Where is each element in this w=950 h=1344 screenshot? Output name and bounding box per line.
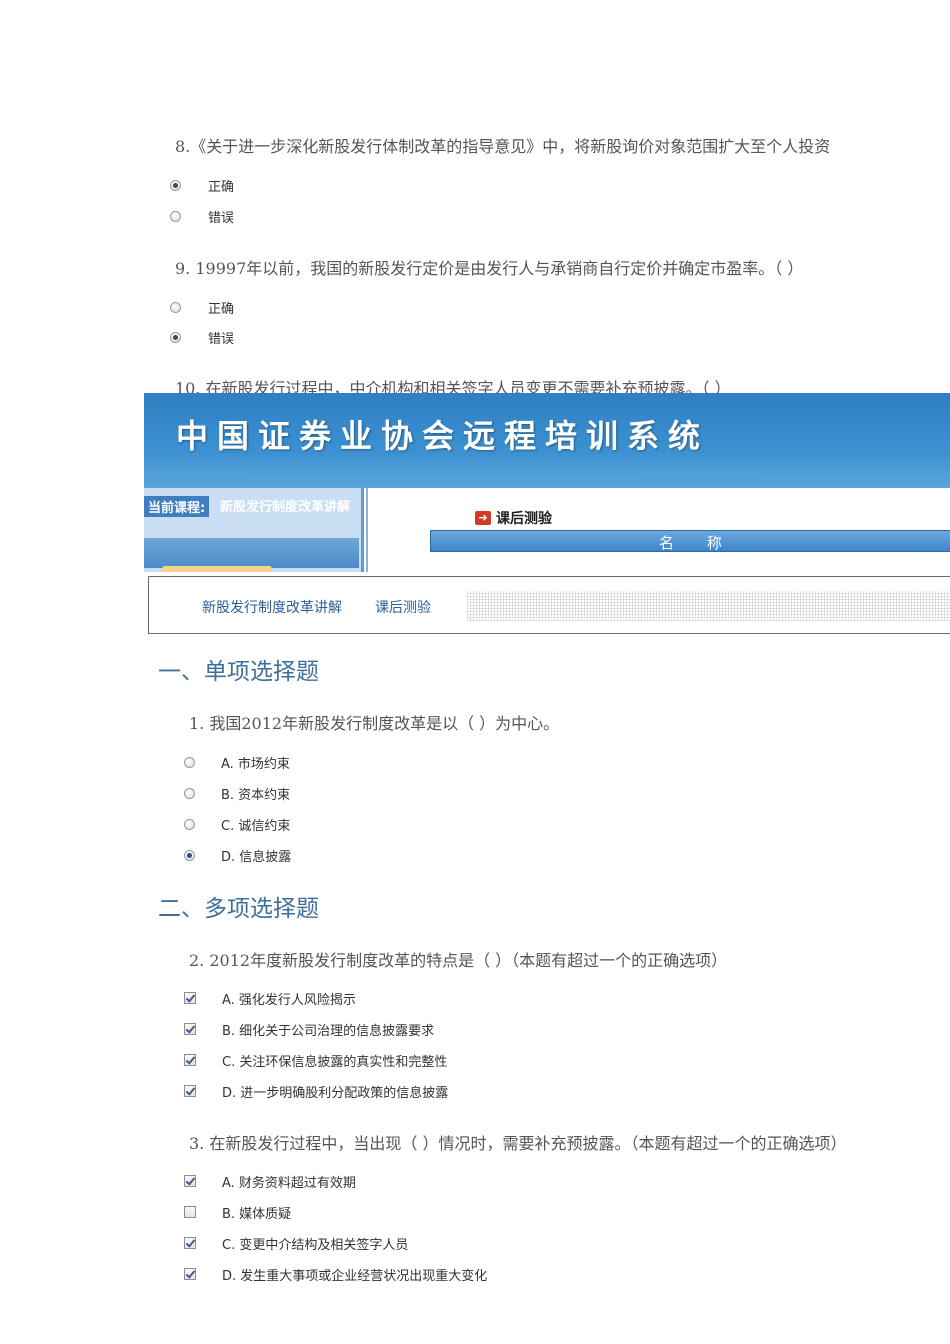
q9-option-true[interactable]: 正确 xyxy=(0,297,234,317)
q9-option-false[interactable]: 错误 xyxy=(0,327,234,347)
checkbox-checked-icon[interactable] xyxy=(184,1054,196,1066)
option-label: B. 媒体质疑 xyxy=(222,1206,292,1222)
checkbox-checked-icon[interactable] xyxy=(184,1023,196,1035)
option-label: 正确 xyxy=(208,301,235,317)
checkbox-checked-icon[interactable] xyxy=(184,992,196,1004)
option-label: C. 诚信约束 xyxy=(221,818,291,834)
site-banner: 中国证券业协会远程培训系统 xyxy=(144,393,950,488)
option-label: D. 进一步明确股利分配政策的信息披露 xyxy=(222,1085,449,1101)
question-8-text: 8.《关于进一步深化新股发行体制改革的指导意见》中，将新股询价对象范围扩大至个人… xyxy=(175,137,831,156)
q2-option-c[interactable]: C. 关注环保信息披露的真实性和完整性 xyxy=(0,1050,447,1070)
q3-option-d[interactable]: D. 发生重大事项或企业经营状况出现重大变化 xyxy=(0,1264,487,1284)
quiz-panel: ➜ 课后测验 名 称 xyxy=(366,488,950,572)
radio-icon[interactable] xyxy=(184,787,195,799)
banner-title: 中国证券业协会远程培训系统 xyxy=(176,417,710,455)
option-label: D. 发生重大事项或企业经营状况出现重大变化 xyxy=(222,1268,488,1284)
question-1-text: 1. 我国2012年新股发行制度改革是以（ ）为中心。 xyxy=(189,714,560,733)
q2-option-d[interactable]: D. 进一步明确股利分配政策的信息披露 xyxy=(0,1081,448,1101)
breadcrumb: 新股发行制度改革讲解 课后测验 xyxy=(148,576,950,634)
q8-option-false[interactable]: 错误 xyxy=(0,206,234,226)
option-label: 错误 xyxy=(208,210,235,226)
q1-option-d[interactable]: D. 信息披露 xyxy=(0,845,291,865)
option-label: C. 变更中介结构及相关签字人员 xyxy=(222,1237,409,1253)
option-label: D. 信息披露 xyxy=(221,849,292,865)
name-column-label: 名 称 xyxy=(659,534,736,552)
checkbox-checked-icon[interactable] xyxy=(184,1175,196,1187)
option-label: B. 资本约束 xyxy=(221,787,291,803)
arrow-icon: ➜ xyxy=(475,511,491,525)
current-course-panel: 当前课程: 新股发行制度改革讲解 xyxy=(144,488,364,572)
radio-selected-icon[interactable] xyxy=(170,179,181,191)
radio-selected-icon[interactable] xyxy=(184,849,195,861)
radio-icon[interactable] xyxy=(170,210,181,222)
radio-icon[interactable] xyxy=(170,301,181,313)
checkbox-checked-icon[interactable] xyxy=(184,1237,196,1249)
option-label: A. 市场约束 xyxy=(221,756,290,772)
question-3-text: 3. 在新股发行过程中，当出现（ ）情况时，需要补充预披露。（本题有超过一个的正… xyxy=(189,1134,847,1153)
q3-option-a[interactable]: A. 财务资料超过有效期 xyxy=(0,1171,356,1191)
option-label: B. 细化关于公司治理的信息披露要求 xyxy=(222,1023,435,1039)
radio-icon[interactable] xyxy=(184,818,195,830)
question-2-text: 2. 2012年度新股发行制度改革的特点是（ ）（本题有超过一个的正确选项） xyxy=(189,951,728,970)
radio-icon[interactable] xyxy=(184,756,195,768)
option-label: 错误 xyxy=(208,331,235,347)
option-label: 正确 xyxy=(208,179,235,195)
course-tab[interactable] xyxy=(162,566,272,572)
q3-option-b[interactable]: B. 媒体质疑 xyxy=(0,1202,291,1222)
q1-option-a[interactable]: A. 市场约束 xyxy=(0,752,290,772)
breadcrumb-course-link[interactable]: 新股发行制度改革讲解 xyxy=(202,597,342,617)
current-course-label: 当前课程: xyxy=(144,496,210,517)
option-label: A. 财务资料超过有效期 xyxy=(222,1175,356,1191)
current-course-name: 新股发行制度改革讲解 xyxy=(220,500,351,515)
q1-option-c[interactable]: C. 诚信约束 xyxy=(0,814,290,834)
q3-option-c[interactable]: C. 变更中介结构及相关签字人员 xyxy=(0,1233,408,1253)
quiz-header: ➜ 课后测验 xyxy=(475,508,552,528)
checkbox-icon[interactable] xyxy=(184,1206,196,1218)
section-multiple-choice-title: 二、多项选择题 xyxy=(158,896,319,922)
checkbox-checked-icon[interactable] xyxy=(184,1085,196,1097)
q2-option-b[interactable]: B. 细化关于公司治理的信息披露要求 xyxy=(0,1019,434,1039)
breadcrumb-page-link[interactable]: 课后测验 xyxy=(375,597,431,617)
q1-option-b[interactable]: B. 资本约束 xyxy=(0,783,290,803)
q8-option-true[interactable]: 正确 xyxy=(0,175,234,195)
option-label: C. 关注环保信息披露的真实性和完整性 xyxy=(222,1054,448,1070)
question-9-text: 9. 19997年以前，我国的新股发行定价是由发行人与承销商自行定价并确定市盈率… xyxy=(175,259,804,278)
q2-option-a[interactable]: A. 强化发行人风险揭示 xyxy=(0,988,356,1008)
section-single-choice-title: 一、单项选择题 xyxy=(158,659,319,685)
option-label: A. 强化发行人风险揭示 xyxy=(222,992,356,1008)
name-column-header: 名 称 xyxy=(430,530,950,552)
course-strip xyxy=(144,538,359,568)
checkbox-checked-icon[interactable] xyxy=(184,1268,196,1280)
radio-selected-icon[interactable] xyxy=(170,331,181,343)
quiz-title: 课后测验 xyxy=(496,511,552,527)
breadcrumb-pattern xyxy=(467,591,950,621)
